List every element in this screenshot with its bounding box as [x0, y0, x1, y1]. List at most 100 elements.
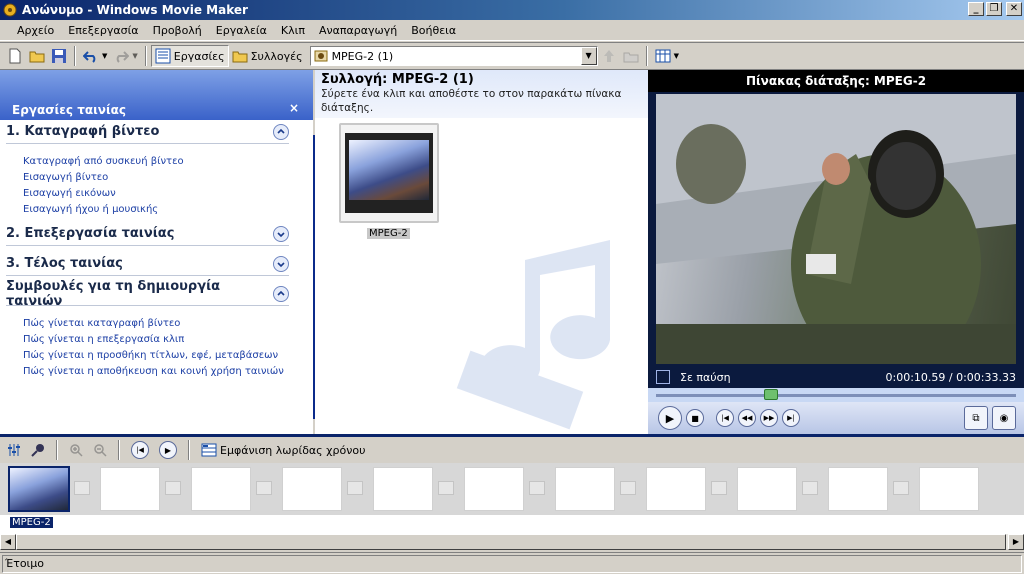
- next-frame-button[interactable]: ▶|: [782, 409, 800, 427]
- empty-clip-slot[interactable]: [828, 467, 888, 511]
- toolbar: ▼ ▼ Εργασίες Συλλογές MPEG-2 (1) ▼ ▼: [0, 42, 1024, 70]
- rewind-button[interactable]: ◀◀: [738, 409, 756, 427]
- new-project-button[interactable]: [4, 45, 26, 67]
- empty-clip-slot[interactable]: [555, 467, 615, 511]
- transition-slot[interactable]: [802, 481, 818, 495]
- empty-clip-slot[interactable]: [464, 467, 524, 511]
- new-document-icon: [9, 48, 21, 64]
- take-picture-button[interactable]: ◉: [992, 406, 1016, 430]
- section-header[interactable]: 3. Τέλος ταινίας: [6, 252, 289, 276]
- tasks-button[interactable]: Εργασίες: [150, 45, 229, 67]
- menu-view[interactable]: Προβολή: [146, 24, 209, 37]
- views-dropdown-icon[interactable]: ▼: [674, 52, 679, 60]
- empty-clip-slot[interactable]: [373, 467, 433, 511]
- zoom-out-button[interactable]: [90, 439, 110, 461]
- undo-dropdown-icon[interactable]: ▼: [102, 52, 107, 60]
- close-button[interactable]: ✕: [1006, 2, 1022, 16]
- empty-clip-slot[interactable]: [646, 467, 706, 511]
- storyboard-scrollbar[interactable]: ◀ ▶: [0, 533, 1024, 550]
- status-text: Έτοιμο: [2, 554, 1022, 573]
- stop-button[interactable]: ■: [686, 409, 704, 427]
- menu-file[interactable]: Αρχείο: [10, 24, 61, 37]
- link-capture-from-device[interactable]: Καταγραφή από συσκευή βίντεο: [6, 154, 289, 170]
- open-project-button[interactable]: [26, 45, 48, 67]
- skip-back-icon: |◀: [721, 414, 729, 422]
- section-finish-movie: 3. Τέλος ταινίας: [0, 252, 313, 276]
- up-one-level-button[interactable]: [598, 45, 620, 67]
- empty-clip-slot[interactable]: [100, 467, 160, 511]
- collections-button[interactable]: Συλλογές: [229, 45, 306, 67]
- maximize-button[interactable]: ❐: [986, 2, 1002, 16]
- link-tip-edit-clips[interactable]: Πώς γίνεται η επεξεργασία κλιπ: [6, 332, 289, 348]
- narrate-timeline-button[interactable]: [28, 439, 48, 461]
- chevron-up-icon[interactable]: [273, 285, 289, 302]
- link-import-video[interactable]: Εισαγωγή βίντεο: [6, 170, 289, 186]
- link-tip-capture[interactable]: Πώς γίνεται καταγραφή βίντεο: [6, 316, 289, 332]
- chevron-down-icon[interactable]: [273, 255, 289, 272]
- transition-slot[interactable]: [74, 481, 90, 495]
- play-storyboard-button[interactable]: ▶: [156, 439, 180, 461]
- scroll-right-icon[interactable]: ▶: [1008, 534, 1024, 550]
- link-import-pictures[interactable]: Εισαγωγή εικόνων: [6, 186, 289, 202]
- undo-button[interactable]: ▼: [80, 45, 110, 67]
- transition-slot[interactable]: [347, 481, 363, 495]
- seek-bar[interactable]: [648, 388, 1024, 402]
- rewind-storyboard-button[interactable]: |◀: [128, 439, 152, 461]
- empty-clip-slot[interactable]: [191, 467, 251, 511]
- collection-select[interactable]: MPEG-2 (1) ▼: [309, 46, 598, 66]
- transition-slot[interactable]: [711, 481, 727, 495]
- menu-edit[interactable]: Επεξεργασία: [61, 24, 145, 37]
- link-tip-titles-effects[interactable]: Πώς γίνεται η προσθήκη τίτλων, εφέ, μετα…: [6, 348, 289, 364]
- fast-forward-button[interactable]: ▶▶: [760, 409, 778, 427]
- link-tip-save-share[interactable]: Πώς γίνεται η αποθήκευση και κοινή χρήση…: [6, 364, 289, 380]
- fullscreen-icon[interactable]: [656, 370, 670, 384]
- redo-dropdown-icon[interactable]: ▼: [132, 52, 137, 60]
- fast-forward-icon: ▶▶: [763, 414, 775, 422]
- close-icon[interactable]: ×: [289, 101, 299, 115]
- new-collection-button[interactable]: [620, 45, 642, 67]
- scroll-left-icon[interactable]: ◀: [0, 534, 16, 550]
- chevron-up-icon[interactable]: [273, 123, 289, 140]
- section-header[interactable]: 2. Επεξεργασία ταινίας: [6, 222, 289, 246]
- save-project-button[interactable]: [48, 45, 70, 67]
- views-button[interactable]: ▼: [652, 45, 682, 67]
- chevron-down-icon[interactable]: ▼: [580, 47, 597, 65]
- set-audio-levels-button[interactable]: [4, 439, 24, 461]
- clip-thumbnail[interactable]: [339, 123, 439, 223]
- transition-slot[interactable]: [893, 481, 909, 495]
- empty-clip-slot[interactable]: [919, 467, 979, 511]
- menu-play[interactable]: Αναπαραγωγή: [312, 24, 404, 37]
- redo-button[interactable]: ▼: [110, 45, 140, 67]
- undo-icon: [83, 51, 96, 63]
- section-header[interactable]: Συμβουλές για τη δημιουργία ταινιών: [6, 279, 289, 309]
- clip-frame: [349, 140, 429, 200]
- zoom-in-button[interactable]: [66, 439, 86, 461]
- split-clip-button[interactable]: ⧉: [964, 406, 988, 430]
- transition-slot[interactable]: [165, 481, 181, 495]
- menu-tools[interactable]: Εργαλεία: [209, 24, 274, 37]
- storyboard-clip-label[interactable]: MPEG-2: [10, 517, 53, 528]
- transition-slot[interactable]: [438, 481, 454, 495]
- filmstrip: [345, 133, 433, 213]
- minimize-button[interactable]: _: [968, 2, 984, 16]
- empty-clip-slot[interactable]: [737, 467, 797, 511]
- scroll-thumb[interactable]: [16, 534, 1006, 550]
- clip-thumbnail-label[interactable]: MPEG-2: [367, 228, 410, 239]
- menu-help[interactable]: Βοήθεια: [404, 24, 463, 37]
- seek-handle[interactable]: [764, 389, 779, 400]
- show-timeline-button[interactable]: Εμφάνιση λωρίδας χρόνου: [198, 439, 368, 461]
- collection-icon: [314, 50, 328, 62]
- play-button[interactable]: ▶: [658, 406, 682, 430]
- previous-frame-button[interactable]: |◀: [716, 409, 734, 427]
- section-header[interactable]: 1. Καταγραφή βίντεο: [6, 120, 289, 144]
- storyboard-clip[interactable]: [8, 466, 70, 512]
- transition-slot[interactable]: [620, 481, 636, 495]
- title-bar: Ανώνυμο - Windows Movie Maker _ ❐ ✕: [0, 0, 1024, 20]
- save-disk-icon: [52, 49, 66, 63]
- transition-slot[interactable]: [529, 481, 545, 495]
- empty-clip-slot[interactable]: [282, 467, 342, 511]
- menu-clip[interactable]: Κλιπ: [274, 24, 312, 37]
- link-import-audio[interactable]: Εισαγωγή ήχου ή μουσικής: [6, 202, 289, 218]
- chevron-down-icon[interactable]: [273, 225, 289, 242]
- transition-slot[interactable]: [256, 481, 272, 495]
